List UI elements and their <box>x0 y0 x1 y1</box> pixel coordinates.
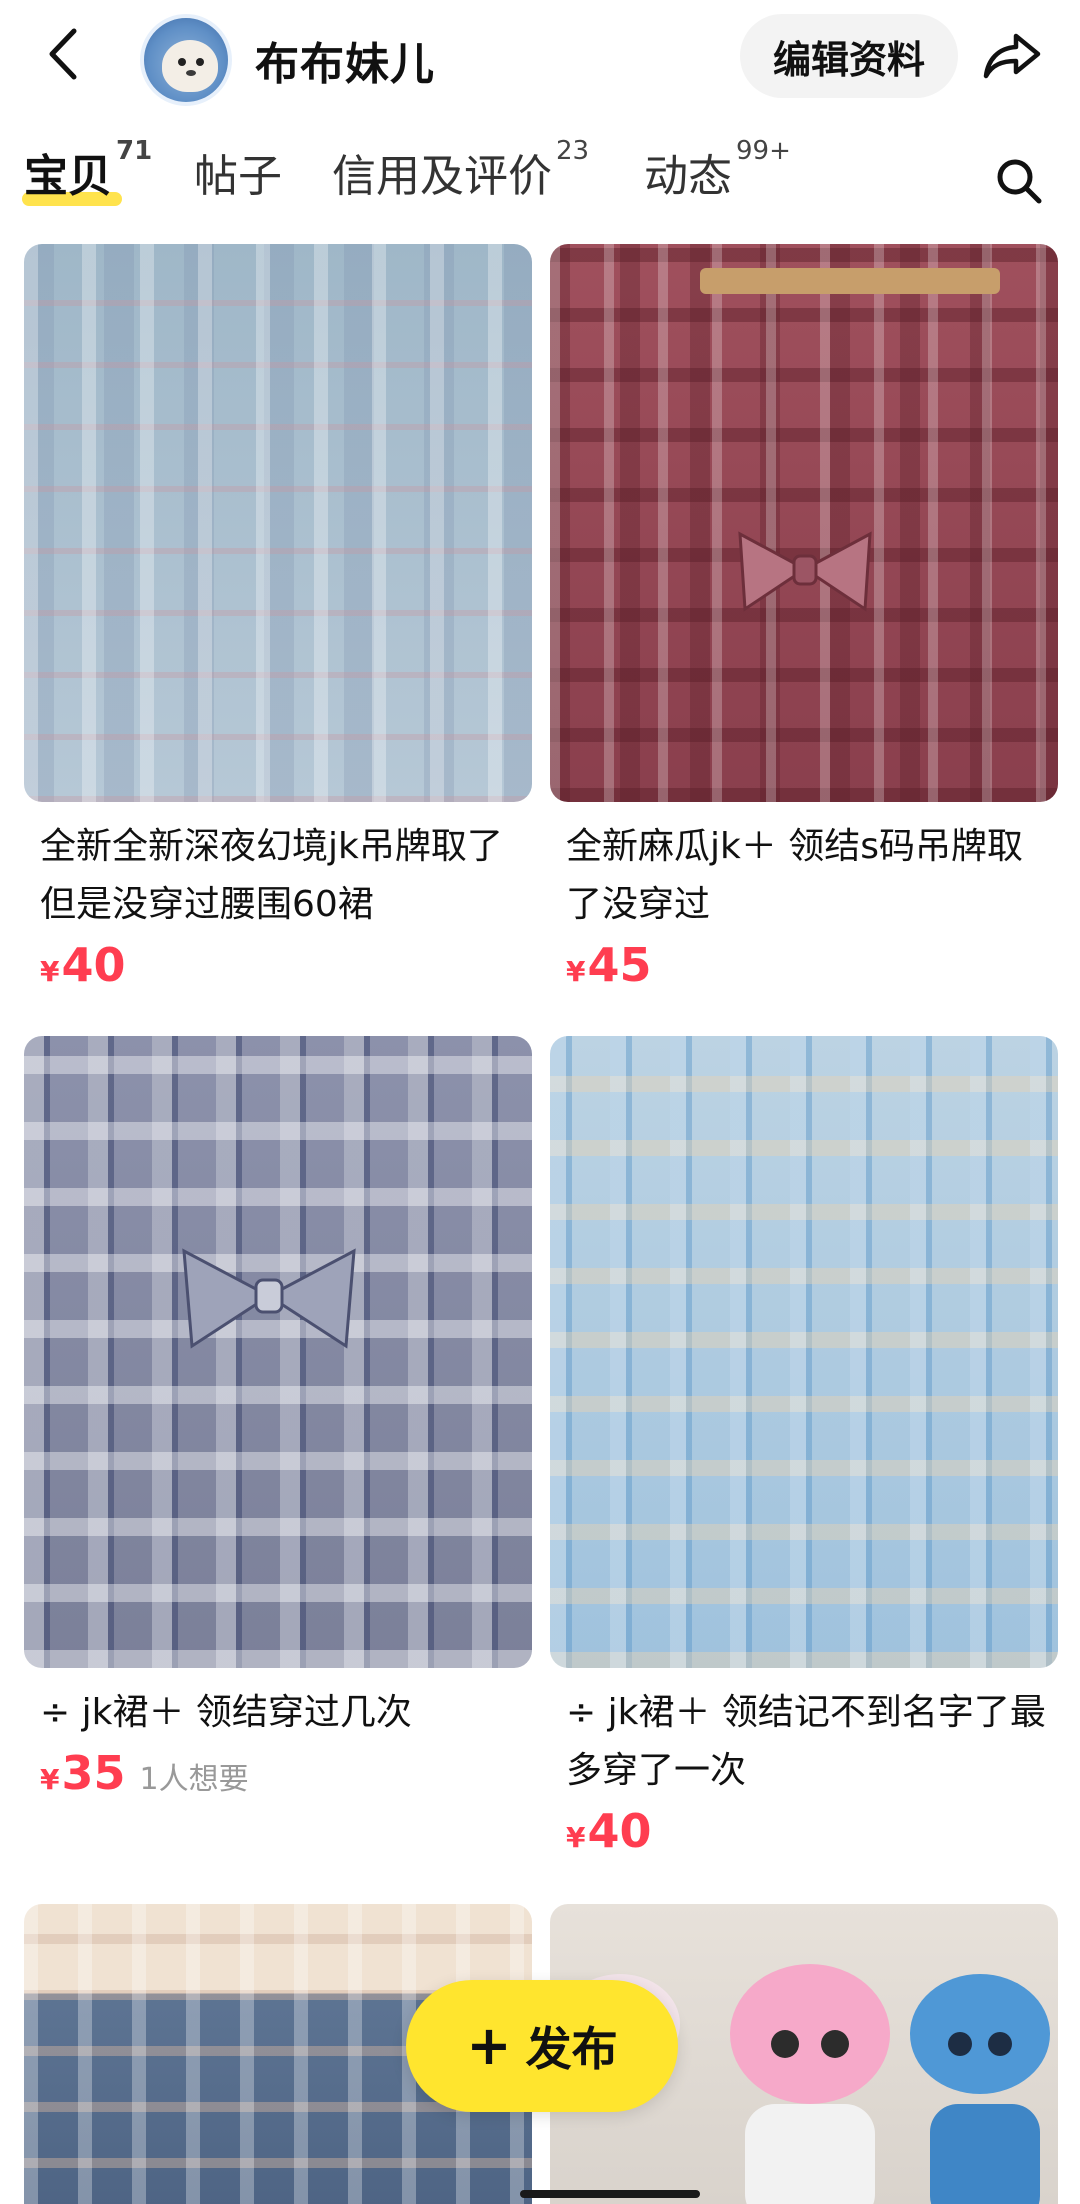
listing-price: 40 <box>587 1804 652 1858</box>
search-button[interactable] <box>990 152 1048 210</box>
home-indicator <box>520 2190 700 2198</box>
publish-label: 发布 <box>525 2022 618 2076</box>
listing-price: 45 <box>587 938 652 992</box>
listing-price: 40 <box>61 938 126 992</box>
publish-button[interactable]: + 发布 <box>406 1980 678 2112</box>
bow-icon <box>738 531 872 612</box>
currency-symbol: ¥ <box>40 955 60 988</box>
bow-icon <box>182 1248 356 1349</box>
price-row: ¥ 40 <box>24 938 532 992</box>
currency-symbol: ¥ <box>566 955 586 988</box>
search-icon <box>997 159 1042 204</box>
chevron-left-icon <box>49 28 77 80</box>
listing-image[interactable] <box>550 244 1058 802</box>
hanger <box>700 268 1000 294</box>
tab-reviews-label: 信用及评价 <box>332 151 552 202</box>
tab-activity-count: 99+ <box>736 136 791 166</box>
tab-activity[interactable]: 动态 99+ <box>644 136 791 204</box>
tab-posts[interactable]: 帖子 <box>194 140 282 204</box>
tab-items-count: 71 <box>116 136 153 166</box>
avatar[interactable] <box>140 14 232 106</box>
back-button[interactable] <box>34 24 94 84</box>
shop-name: 布布妹儿 <box>255 39 435 90</box>
tab-items[interactable]: 宝贝 71 <box>24 136 152 204</box>
listing-title: ÷ jk裙＋ 领结记不到名字了最多穿了一次 <box>566 1692 1046 1791</box>
listing-card[interactable]: 全新麻瓜jk＋ 领结s码吊牌取了没穿过 ¥ 45 <box>550 244 1058 992</box>
price-row: ¥ 35 1人想要 <box>24 1746 532 1800</box>
top-bar: 布布妹儿 编辑资料 <box>0 0 1080 120</box>
listing-card[interactable]: ÷ jk裙＋ 领结记不到名字了最多穿了一次 ¥ 40 <box>550 1036 1058 1858</box>
edit-profile-button[interactable]: 编辑资料 <box>740 14 958 98</box>
listing-image[interactable] <box>24 1036 532 1668</box>
listing-image[interactable] <box>24 244 532 802</box>
plus-icon: + <box>466 2014 512 2077</box>
tab-reviews[interactable]: 信用及评价 23 <box>332 136 589 204</box>
listing-image[interactable] <box>550 1036 1058 1668</box>
listing-title: 全新麻瓜jk＋ 领结s码吊牌取了没穿过 <box>566 826 1024 925</box>
tab-posts-label: 帖子 <box>194 151 282 202</box>
listing-card[interactable]: ÷ jk裙＋ 领结穿过几次 ¥ 35 1人想要 <box>24 1036 532 1800</box>
price-row: ¥ 40 <box>550 1804 1058 1858</box>
listing-price: 35 <box>61 1746 126 1800</box>
tab-bar: 宝贝 71 帖子 信用及评价 23 动态 99+ <box>0 136 1080 220</box>
price-row: ¥ 45 <box>550 938 1058 992</box>
listing-title: ÷ jk裙＋ 领结穿过几次 <box>40 1692 412 1733</box>
currency-symbol: ¥ <box>40 1763 60 1796</box>
profile-page: 布布妹儿 编辑资料 宝贝 71 帖子 信用及评价 23 动态 99+ 全新全新深… <box>0 0 1080 2204</box>
tab-reviews-count: 23 <box>556 136 590 166</box>
listing-card[interactable]: 全新全新深夜幻境jk吊牌取了但是没穿过腰围60裙 ¥ 40 <box>24 244 532 992</box>
want-count: 1人想要 <box>139 1762 249 1797</box>
tab-activity-label: 动态 <box>644 151 732 202</box>
share-button[interactable] <box>980 24 1044 88</box>
avatar-face <box>162 40 218 92</box>
currency-symbol: ¥ <box>566 1821 586 1854</box>
listing-title: 全新全新深夜幻境jk吊牌取了但是没穿过腰围60裙 <box>40 826 503 925</box>
tab-items-label: 宝贝 <box>24 151 112 202</box>
share-arrow-icon <box>983 33 1041 79</box>
